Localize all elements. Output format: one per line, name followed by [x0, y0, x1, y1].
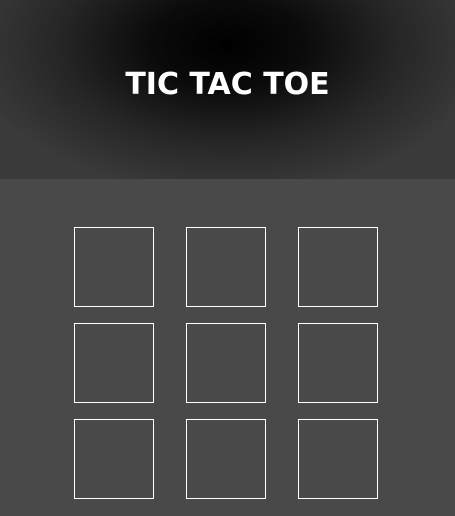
game-title: TIC TAC TOE [125, 67, 330, 102]
board-cell-9[interactable] [298, 419, 378, 499]
board-cell-7[interactable] [74, 419, 154, 499]
game-board [74, 227, 378, 499]
board-cell-2[interactable] [186, 227, 266, 307]
game-header: TIC TAC TOE [0, 0, 455, 179]
board-cell-5[interactable] [186, 323, 266, 403]
board-cell-6[interactable] [298, 323, 378, 403]
board-cell-8[interactable] [186, 419, 266, 499]
board-cell-1[interactable] [74, 227, 154, 307]
board-cell-4[interactable] [74, 323, 154, 403]
board-cell-3[interactable] [298, 227, 378, 307]
